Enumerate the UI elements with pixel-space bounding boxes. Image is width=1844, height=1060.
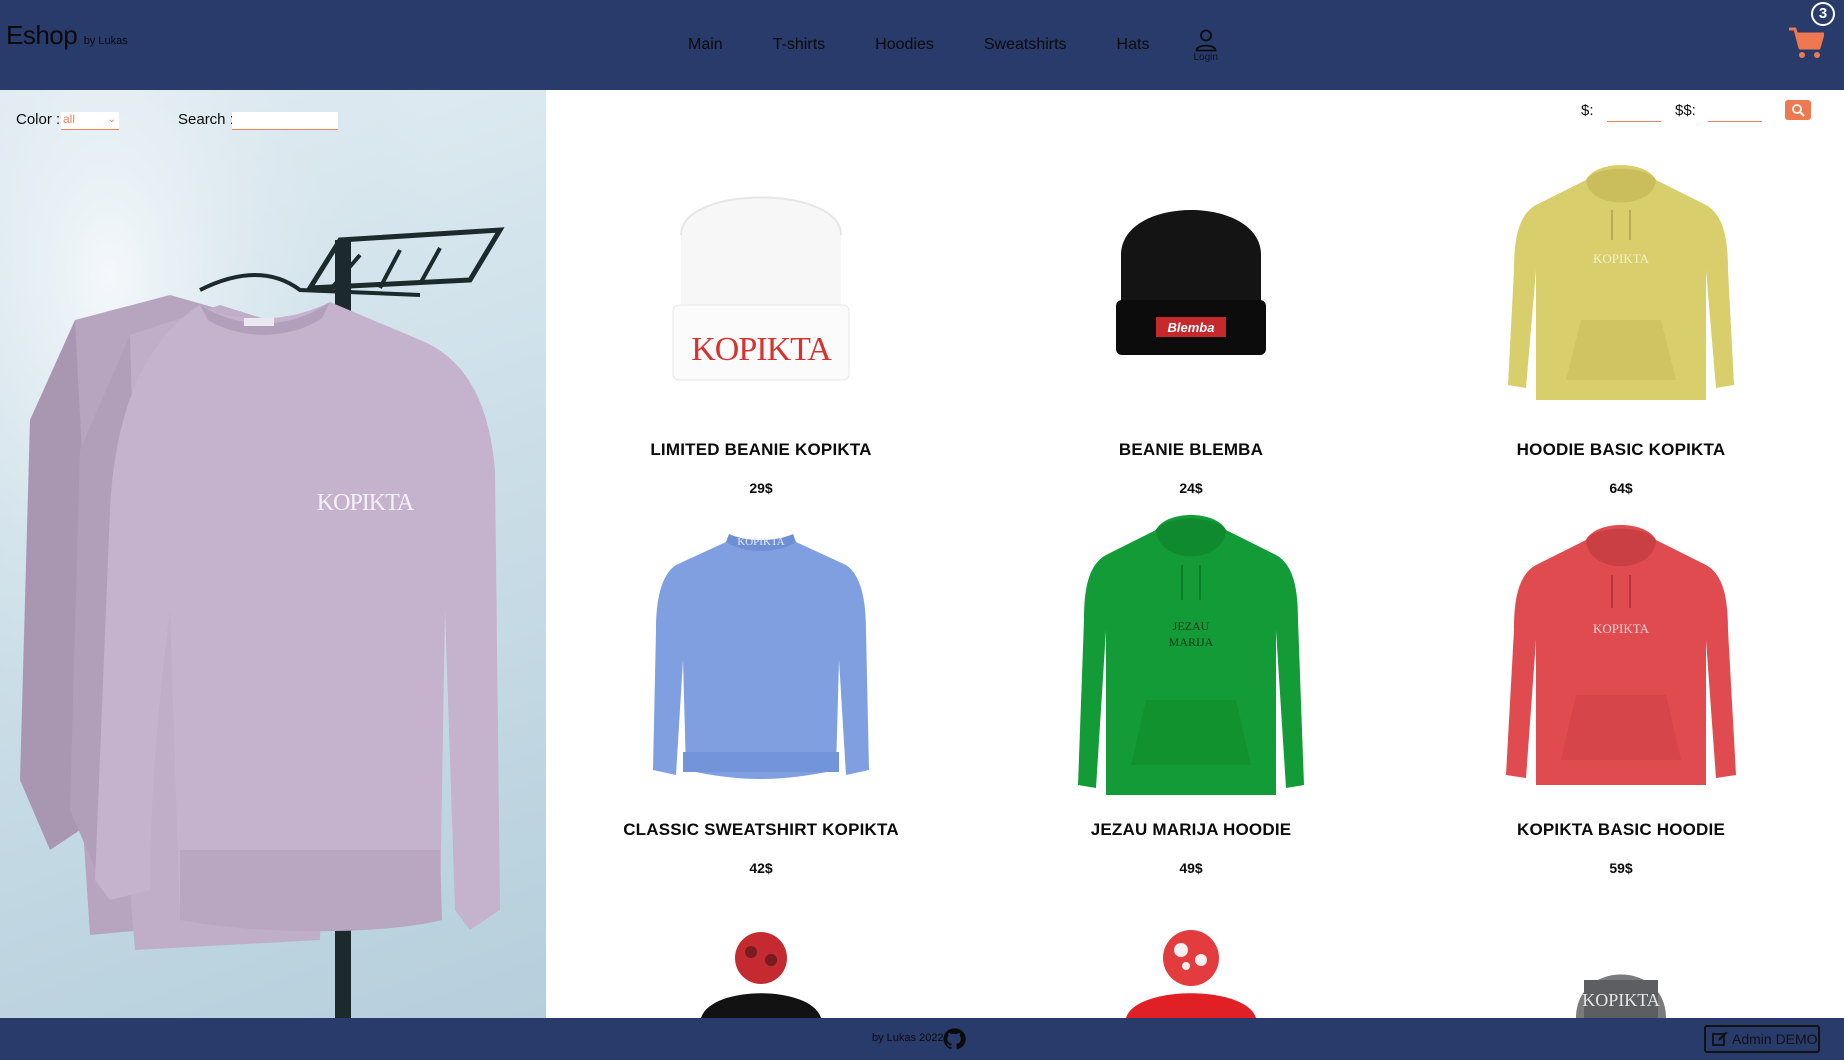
product-image[interactable]: KOPIKTA bbox=[546, 140, 976, 430]
svg-text:Blemba: Blemba bbox=[1168, 320, 1215, 335]
product-image[interactable] bbox=[976, 930, 1406, 1018]
product-title[interactable]: KOPIKTA BASIC HOODIE bbox=[1406, 820, 1836, 840]
footer-credit: by Lukas 2022 bbox=[872, 1032, 944, 1044]
product-image[interactable] bbox=[546, 930, 976, 1018]
cart-count-badge: 3 bbox=[1811, 2, 1835, 26]
product-card-partial[interactable] bbox=[976, 930, 1406, 1018]
hero-banner-image: KOPIKTA bbox=[0, 90, 546, 1018]
svg-text:KOPIKTA: KOPIKTA bbox=[1593, 621, 1650, 636]
min-price-label: $: bbox=[1581, 102, 1594, 119]
top-header: Eshop by Lukas Main T-shirts Hoodies Swe… bbox=[0, 0, 1844, 90]
brand-name: Eshop bbox=[6, 20, 78, 50]
admin-demo-label: Admin DEMO bbox=[1732, 1031, 1818, 1047]
nav-hats[interactable]: Hats bbox=[1117, 36, 1150, 54]
product-price: 24$ bbox=[1179, 480, 1203, 496]
page-footer: by Lukas 2022 Admin DEMO bbox=[0, 1018, 1844, 1060]
product-image[interactable]: Blemba bbox=[976, 140, 1406, 430]
svg-text:MARIJA: MARIJA bbox=[1169, 635, 1214, 649]
product-title[interactable]: HOODIE BASIC KOPIKTA bbox=[1406, 440, 1836, 460]
min-price-input[interactable] bbox=[1607, 104, 1661, 122]
product-image[interactable]: KOPIKTA bbox=[1406, 140, 1836, 430]
edit-icon bbox=[1712, 1031, 1728, 1046]
search-label: Search : bbox=[178, 111, 234, 128]
max-price-label: $$: bbox=[1675, 102, 1696, 119]
product-card-partial[interactable] bbox=[546, 930, 976, 1018]
product-image[interactable]: JEZAU MARIJA bbox=[976, 510, 1406, 800]
login-button[interactable]: Login bbox=[1193, 28, 1218, 63]
product-image[interactable]: KOPIKTA bbox=[1406, 930, 1836, 1018]
product-image[interactable]: KOPIKTA bbox=[546, 510, 976, 800]
product-card-partial[interactable]: KOPIKTA bbox=[1406, 930, 1836, 1018]
product-price: 42$ bbox=[749, 860, 773, 876]
svg-text:KOPIKTA: KOPIKTA bbox=[691, 331, 832, 368]
product-title[interactable]: JEZAU MARIJA HOODIE bbox=[976, 820, 1406, 840]
cart-icon[interactable] bbox=[1788, 26, 1824, 60]
svg-text:JEZAU: JEZAU bbox=[1173, 619, 1210, 633]
svg-text:KOPIKTA: KOPIKTA bbox=[737, 536, 784, 548]
svg-text:KOPIKTA: KOPIKTA bbox=[1582, 990, 1660, 1010]
nav-sweatshirts[interactable]: Sweatshirts bbox=[984, 36, 1067, 54]
product-price: 29$ bbox=[749, 480, 773, 496]
product-price: 64$ bbox=[1609, 480, 1633, 496]
nav-hoodies[interactable]: Hoodies bbox=[875, 36, 934, 54]
admin-demo-button[interactable]: Admin DEMO bbox=[1704, 1025, 1820, 1053]
product-title[interactable]: BEANIE BLEMBA bbox=[976, 440, 1406, 460]
price-filter: $: $$: bbox=[1580, 100, 1810, 124]
brand-by: by Lukas bbox=[83, 35, 128, 47]
login-label: Login bbox=[1193, 51, 1218, 63]
color-select[interactable]: all ⌄ bbox=[61, 112, 119, 130]
svg-text:KOPIKTA: KOPIKTA bbox=[1593, 251, 1650, 266]
search-input[interactable] bbox=[232, 112, 338, 130]
color-select-value: all bbox=[63, 112, 76, 126]
search-icon bbox=[1792, 104, 1805, 117]
nav-main[interactable]: Main bbox=[688, 36, 723, 54]
product-title[interactable]: LIMITED BEANIE KOPIKTA bbox=[546, 440, 976, 460]
price-search-button[interactable] bbox=[1785, 100, 1811, 120]
product-image[interactable]: KOPIKTA bbox=[1406, 510, 1836, 800]
user-icon bbox=[1195, 29, 1217, 51]
brand-logo[interactable]: Eshop by Lukas bbox=[6, 20, 128, 51]
color-label: Color : bbox=[16, 111, 61, 128]
sweatshirt-rack-illustration: KOPIKTA bbox=[0, 90, 546, 1018]
github-icon[interactable] bbox=[942, 1027, 966, 1051]
max-price-input[interactable] bbox=[1708, 104, 1762, 122]
nav-tshirts[interactable]: T-shirts bbox=[773, 36, 825, 54]
main-nav: Main T-shirts Hoodies Sweatshirts Hats L… bbox=[688, 0, 1218, 90]
filter-bar: Color : all ⌄ Search : bbox=[16, 110, 346, 134]
svg-text:KOPIKTA: KOPIKTA bbox=[317, 490, 415, 516]
chevron-down-icon: ⌄ bbox=[107, 114, 116, 125]
product-title[interactable]: CLASSIC SWEATSHIRT KOPIKTA bbox=[546, 820, 976, 840]
product-price: 49$ bbox=[1179, 860, 1203, 876]
product-price: 59$ bbox=[1609, 860, 1633, 876]
